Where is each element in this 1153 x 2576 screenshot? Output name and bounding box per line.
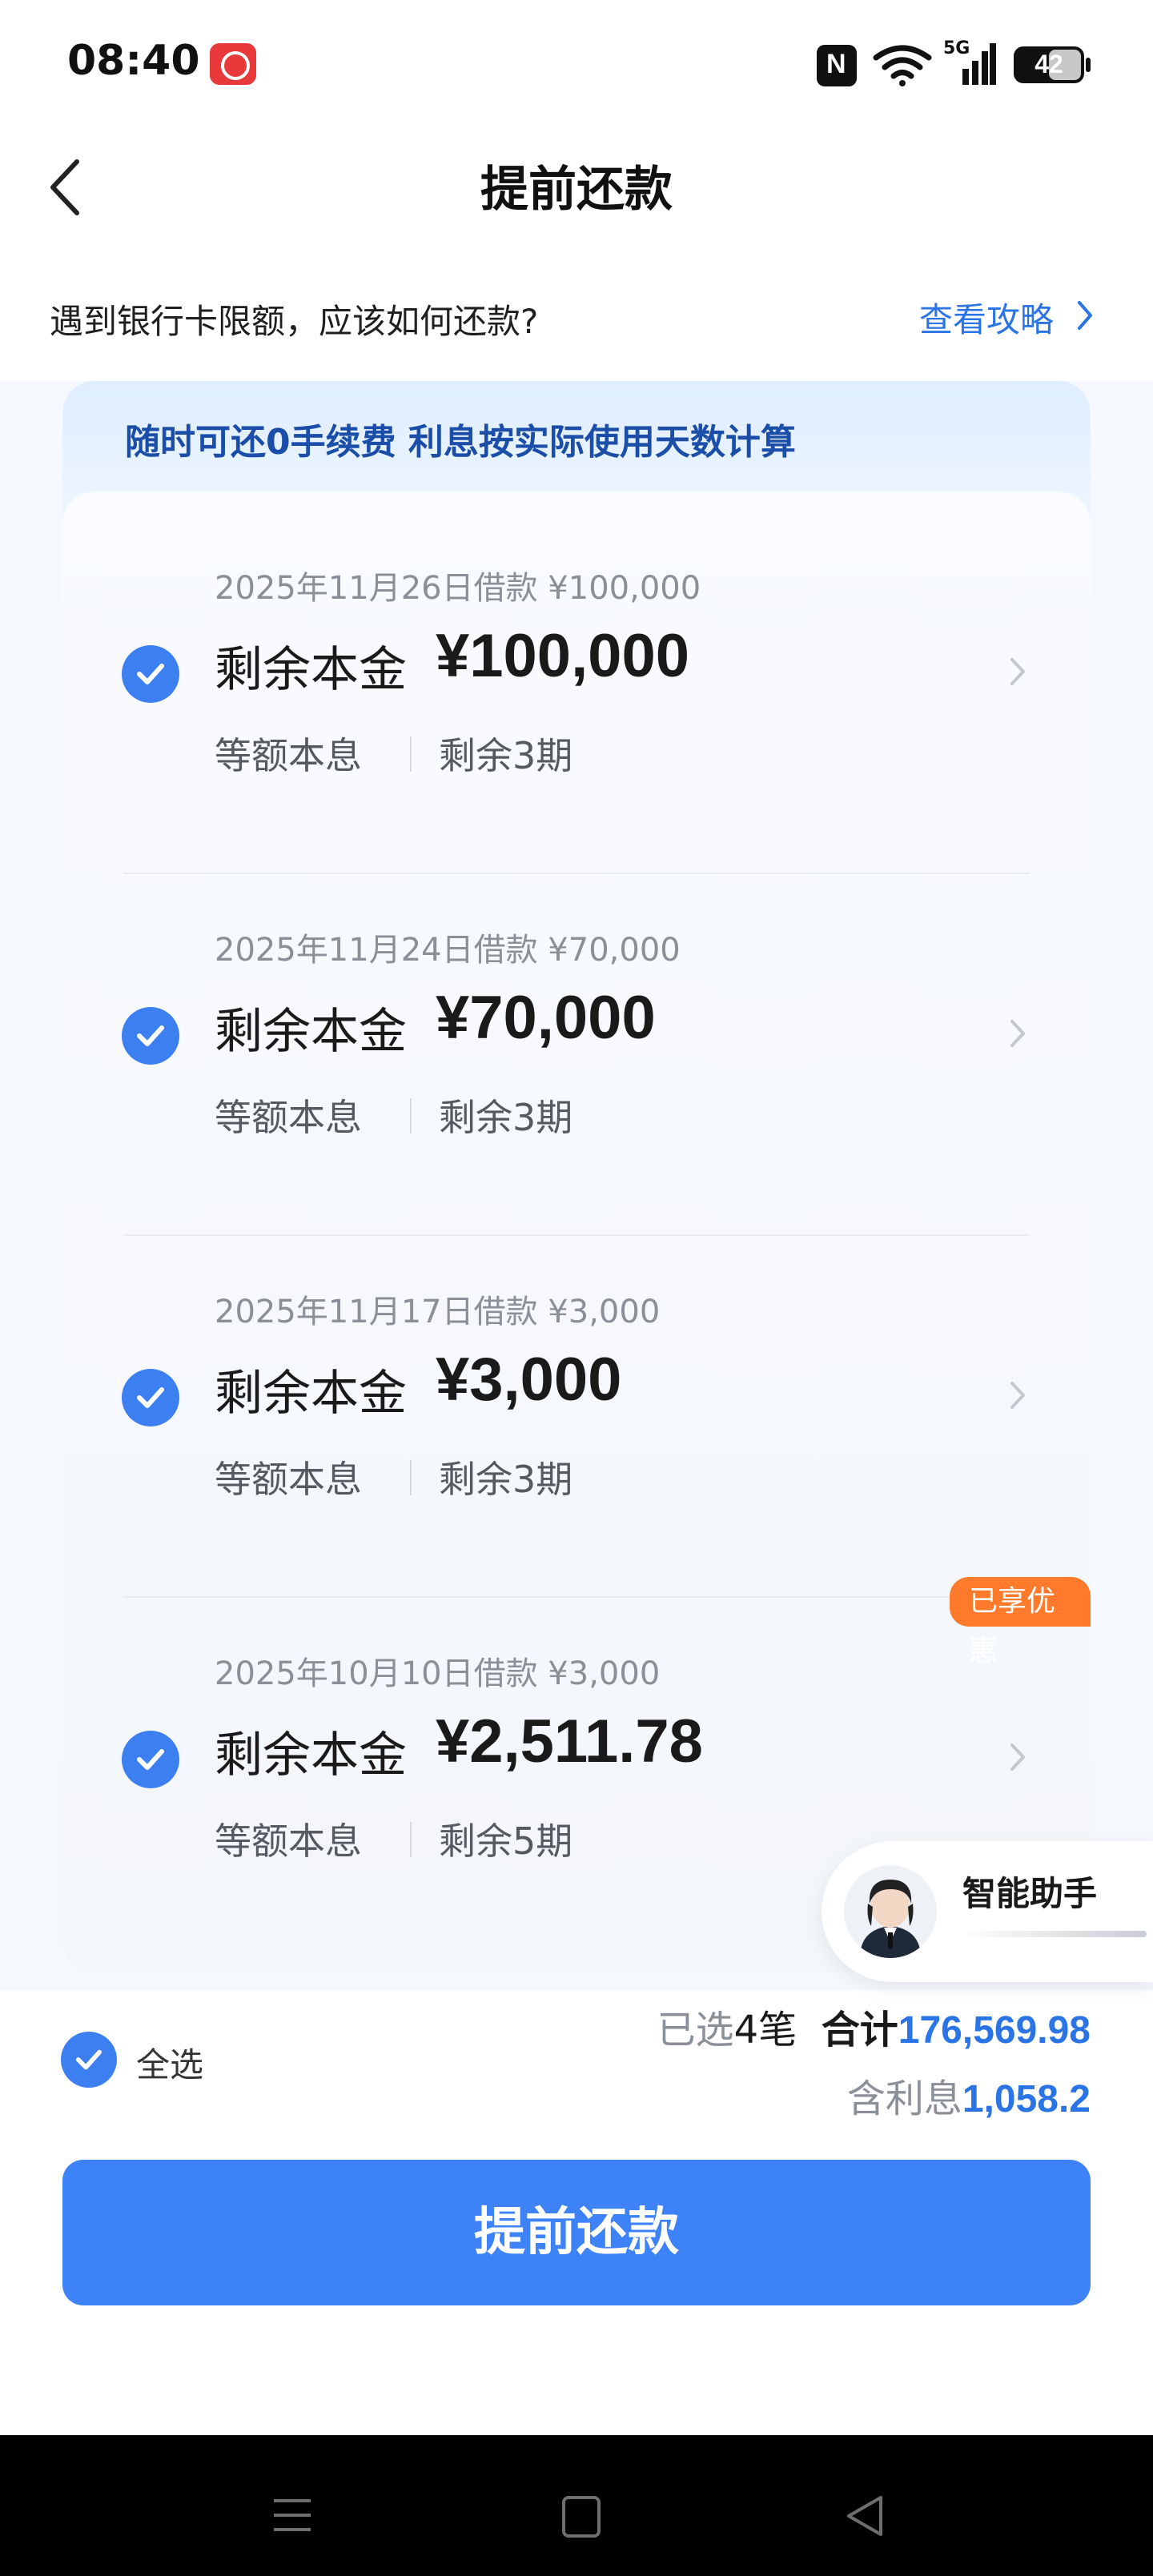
total-label: 合计 <box>821 2008 898 2052</box>
remaining-principal-label: 剩余本金 <box>215 1727 407 1784</box>
selected-count: 4 <box>733 2008 759 2052</box>
assistant-avatar <box>844 1865 937 1958</box>
chevron-right-icon[interactable] <box>1007 653 1028 690</box>
check-icon <box>137 1025 164 1046</box>
repayment-type: 等额本息 <box>215 1820 362 1863</box>
repayment-type: 等额本息 <box>215 734 362 777</box>
remaining-principal-amount: ¥70,000 <box>436 984 656 1052</box>
divider <box>410 1460 412 1495</box>
limit-notice-text: 遇到银行卡限额，应该如何还款? <box>50 302 539 341</box>
interest-label: 含利息 <box>846 2076 962 2121</box>
remaining-periods: 剩余3期 <box>439 1096 573 1139</box>
remaining-principal-amount: ¥3,000 <box>436 1346 622 1414</box>
interest-value: 1,058.2 <box>962 2078 1091 2121</box>
menu-icon[interactable] <box>272 2496 312 2534</box>
remaining-periods: 剩余3期 <box>439 1458 573 1501</box>
loan-checkbox[interactable] <box>122 1007 179 1065</box>
signal-icon <box>962 43 996 85</box>
remaining-periods: 剩余3期 <box>439 734 573 777</box>
remaining-principal-amount: ¥2,511.78 <box>436 1707 703 1776</box>
chevron-right-icon[interactable] <box>1073 296 1097 335</box>
interest-summary: 含利息1,058.2 <box>847 2067 1091 2123</box>
loan-date: 2025年10月10日借款 ¥3,000 <box>215 1655 661 1692</box>
selected-suffix: 笔 <box>758 2008 797 2052</box>
loan-checkbox[interactable] <box>122 1731 179 1788</box>
loan-checkbox[interactable] <box>122 1369 179 1426</box>
check-icon <box>75 2049 102 2070</box>
remaining-principal-amount: ¥100,000 <box>436 622 689 690</box>
loan-checkbox[interactable] <box>122 645 179 703</box>
repayment-type: 等额本息 <box>215 1458 362 1501</box>
check-icon <box>137 664 164 684</box>
battery-level: 42 <box>1034 50 1063 78</box>
remaining-principal-label: 剩余本金 <box>215 642 407 698</box>
loan-item[interactable]: 2025年11月26日借款 ¥100,000 剩余本金 ¥100,000 等额本… <box>62 512 1091 874</box>
remaining-periods: 剩余5期 <box>439 1820 573 1863</box>
loan-date: 2025年11月24日借款 ¥70,000 <box>215 932 681 969</box>
loan-item[interactable]: 2025年11月17日借款 ¥3,000 剩余本金 ¥3,000 等额本息 剩余… <box>62 1236 1091 1598</box>
prepay-submit-button[interactable]: 提前还款 <box>62 2160 1091 2305</box>
discount-badge: 已享优惠 <box>950 1577 1091 1667</box>
assistant-label: 智能助手 <box>962 1874 1098 1913</box>
select-all-label[interactable]: 全选 <box>136 2038 203 2087</box>
remaining-principal-label: 剩余本金 <box>215 1366 407 1422</box>
back-triangle-icon[interactable] <box>844 2494 886 2538</box>
chevron-right-icon[interactable] <box>1007 1739 1028 1776</box>
chevron-right-icon[interactable] <box>1007 1015 1028 1052</box>
pinduoduo-icon <box>210 43 256 85</box>
selected-prefix: 已选 <box>657 2008 734 2052</box>
remaining-principal-label: 剩余本金 <box>215 1004 407 1060</box>
page-title: 提前还款 <box>480 162 673 218</box>
check-icon <box>137 1387 164 1408</box>
assistant-decor-bar <box>962 1931 1147 1937</box>
home-icon[interactable] <box>562 2496 601 2538</box>
divider <box>410 1098 412 1134</box>
repayment-type: 等额本息 <box>215 1096 362 1139</box>
divider <box>410 736 412 772</box>
system-nav-bar <box>0 2435 1153 2576</box>
divider <box>410 1822 412 1857</box>
fee-banner-text: 随时可还0手续费 利息按实际使用天数计算 <box>125 422 796 463</box>
nfc-icon <box>817 45 857 86</box>
loan-date: 2025年11月17日借款 ¥3,000 <box>215 1294 661 1330</box>
loan-date: 2025年11月26日借款 ¥100,000 <box>215 570 701 607</box>
smart-assistant-button[interactable]: 智能助手 <box>822 1841 1153 1982</box>
view-guide-link[interactable]: 查看攻略 <box>919 293 1054 342</box>
loan-item[interactable]: 2025年11月24日借款 ¥70,000 剩余本金 ¥70,000 等额本息 … <box>62 874 1091 1236</box>
battery-icon: 42 <box>1014 46 1091 83</box>
wifi-icon <box>873 45 932 86</box>
total-value: 176,569.98 <box>898 2009 1091 2052</box>
chevron-right-icon[interactable] <box>1007 1377 1028 1414</box>
select-all-checkbox[interactable] <box>61 2032 117 2088</box>
status-time: 08:40 <box>67 37 200 85</box>
check-icon <box>137 1749 164 1770</box>
selection-summary: 已选4笔 合计176,569.98 <box>657 1998 1091 2054</box>
